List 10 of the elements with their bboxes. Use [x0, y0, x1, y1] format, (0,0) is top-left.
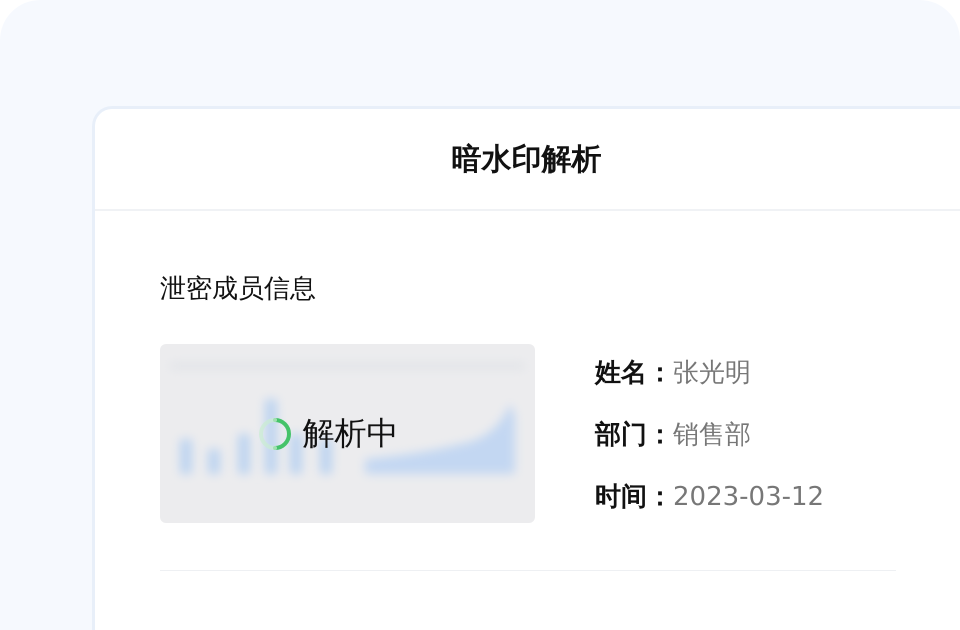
dialog-title: 暗水印解析 — [452, 140, 602, 178]
field-label: 姓名： — [595, 357, 673, 390]
spinner-icon — [256, 416, 292, 452]
status-text: 解析中 — [302, 412, 398, 454]
field-label: 时间： — [595, 481, 673, 514]
field-value: 销售部 — [673, 419, 751, 452]
field-value: 张光明 — [673, 357, 751, 390]
field-label: 部门： — [595, 419, 673, 452]
field-value: 2023-03-12 — [673, 481, 824, 514]
section-title: 泄密成员信息 — [160, 274, 316, 304]
